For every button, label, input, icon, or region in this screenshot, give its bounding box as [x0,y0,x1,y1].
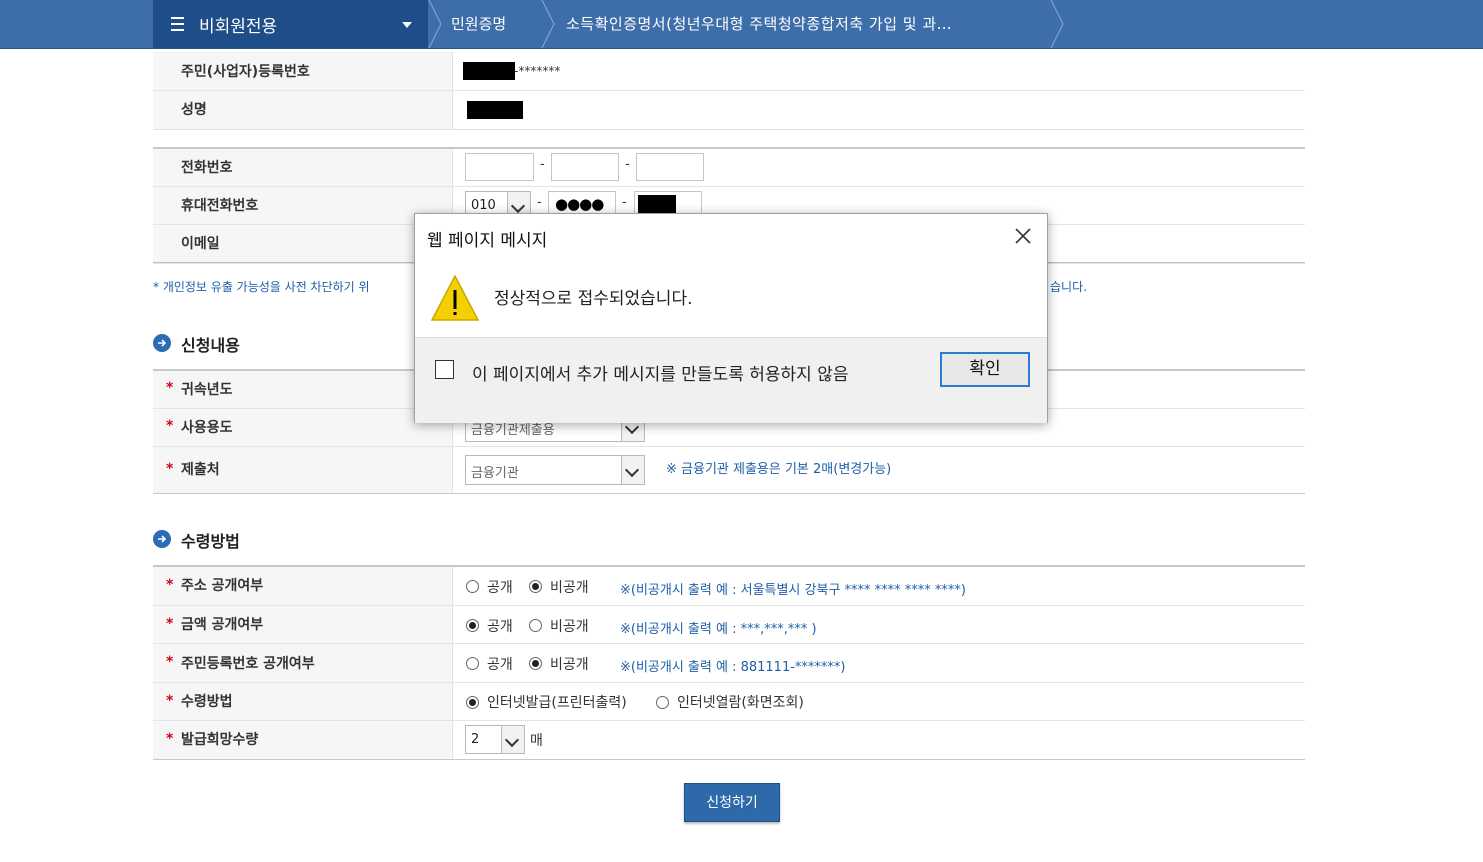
id-number-row: 주민(사업자)등록번호 [153,52,1305,91]
suppress-messages-checkbox[interactable] [435,360,454,379]
chevron-separator-icon [428,0,442,48]
dialog-message: 정상적으로 접수되었습니다. [494,289,693,309]
section-apply-title: 신청내용 [181,336,240,355]
quantity-label: 발급희망수량 [181,732,259,748]
receive-method-label: 수령방법 [181,694,233,710]
rrn-note: ※(비공개시 출력 예 : 881111-*******) [620,660,846,675]
amount-private-radio[interactable] [529,619,542,632]
submit-to-note: ※ 금융기관 제출용은 기본 2매(변경가능) [666,462,892,477]
amount-public-radio[interactable] [466,619,479,632]
required-star: * [166,654,174,670]
suppress-messages-label[interactable]: 이 페이지에서 추가 메시지를 만들도록 허용하지 않음 [472,362,882,388]
arrow-right-circle-icon [153,530,171,548]
chevron-down-icon[interactable] [621,456,644,484]
close-icon[interactable] [1013,226,1033,246]
method-view-option[interactable]: 인터넷열람(화면조회) [677,692,804,712]
caret-down-icon[interactable] [402,22,412,28]
amount-private-option[interactable]: 비공개 [550,616,589,636]
privacy-notice: * 개인정보 유출 가능성을 사전 차단하기 위 [153,280,370,294]
quantity-unit: 매 [530,733,543,749]
dash: - [625,157,630,172]
submit-to-label: 제출처 [181,462,220,478]
method-print-radio[interactable] [466,696,479,709]
quantity-select[interactable]: 2 [465,725,525,754]
redacted-name [467,101,523,119]
required-star: * [166,418,174,434]
redacted-mobile-last [638,195,676,213]
menu-title: 비회원전용 [199,17,278,37]
chevron-down-icon[interactable] [501,726,524,753]
id-number-label: 주민(사업자)등록번호 [181,64,310,80]
warning-icon [430,274,480,321]
quantity-row: * 발급희망수량 [153,721,1305,760]
rrn-private-radio[interactable] [529,657,542,670]
amount-public-label: 금액 공개여부 [181,617,264,633]
year-label: 귀속년도 [181,382,233,398]
required-star: * [166,731,174,747]
chevron-separator-icon [1050,0,1064,48]
email-label: 이메일 [181,236,220,252]
section-receive-title: 수령방법 [181,532,240,551]
ok-button[interactable]: 확인 [940,352,1030,387]
apply-submit-button[interactable]: 신청하기 [684,783,780,822]
required-star: * [166,616,174,632]
method-view-radio[interactable] [656,696,669,709]
mobile-label: 휴대전화번호 [181,198,259,214]
addr-private-option[interactable]: 비공개 [550,577,589,597]
addr-note: ※(비공개시 출력 예 : 서울특별시 강북구 **** **** **** *… [620,583,967,598]
phone-part2-input[interactable] [551,153,619,181]
required-star: * [166,577,174,593]
rrn-private-option[interactable]: 비공개 [550,654,589,674]
id-number-mask: -******* [514,64,561,78]
arrow-right-circle-icon [153,334,171,352]
chevron-separator-icon [541,0,555,48]
phone-label: 전화번호 [181,160,233,176]
phone-part1-input[interactable] [465,153,534,181]
addr-public-label: 주소 공개여부 [181,578,264,594]
addr-public-option[interactable]: 공개 [487,577,513,597]
amount-note: ※(비공개시 출력 예 : ***,***,*** ) [620,622,817,637]
dash: - [537,195,542,210]
phone-row: 전화번호 [153,149,1305,187]
addr-public-radio[interactable] [466,580,479,593]
name-row: 성명 [153,91,1305,130]
dialog-footer: 이 페이지에서 추가 메시지를 만들도록 허용하지 않음 확인 [415,337,1047,423]
hamburger-icon[interactable] [171,17,184,31]
top-nav-bar: 비회원전용 민원증명 소득확인증명서(청년우대형 주택청약종합저축 가입 및 과… [0,0,1483,49]
usage-label: 사용용도 [181,420,233,436]
dialog-title: 웹 페이지 메시지 [427,231,548,251]
web-page-message-dialog: 웹 페이지 메시지 정상적으로 접수되었습니다. 이 페이지에서 추가 메시지를… [414,213,1048,423]
breadcrumb-civil-cert[interactable]: 민원증명 [451,13,506,34]
required-star: * [166,380,174,396]
redacted-id [463,62,515,80]
method-print-option[interactable]: 인터넷발급(프린터출력) [487,692,627,712]
rrn-public-radio[interactable] [466,657,479,670]
addr-private-radio[interactable] [529,580,542,593]
required-star: * [166,461,174,477]
rrn-public-label: 주민등록번호 공개여부 [181,656,315,672]
amount-public-option[interactable]: 공개 [487,616,513,636]
breadcrumb-income-cert[interactable]: 소득확인증명서(청년우대형 주택청약종합저축 가입 및 과… [566,13,952,34]
dash: - [540,157,545,172]
dash: - [622,195,627,210]
privacy-notice-tail: 습니다. [1050,280,1087,294]
name-label: 성명 [181,102,207,118]
phone-part3-input[interactable] [636,153,704,181]
required-star: * [166,693,174,709]
nonmember-menu[interactable]: 비회원전용 [153,0,428,48]
submit-to-select[interactable]: 금융기관 [465,455,645,485]
rrn-public-option[interactable]: 공개 [487,654,513,674]
